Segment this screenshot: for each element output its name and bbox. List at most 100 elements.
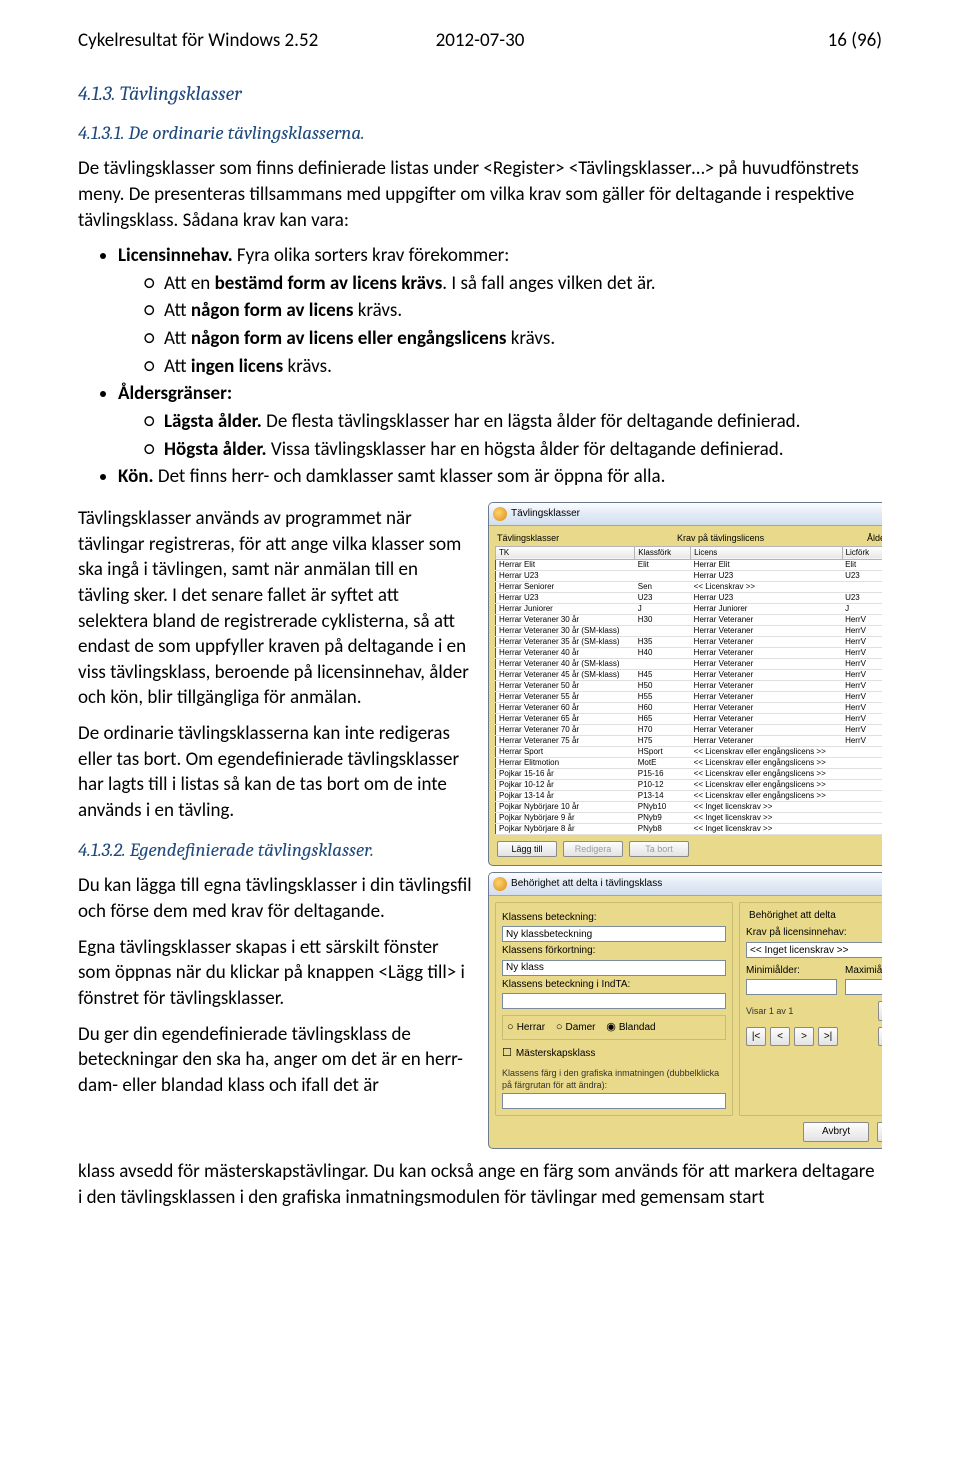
col-lic[interactable]: Licens [691,546,842,559]
req-license: Licensinnehav. Fyra olika sorters krav f… [118,243,882,379]
age-sublist: Lägsta ålder. De flesta tävlingsklasser … [118,409,882,462]
table-row[interactable]: Herrar Veteraner 40 årH40Herrar Veterane… [496,647,882,658]
custom-create: Egna tävlingsklasser skapas i ett särski… [78,935,472,1012]
class-table[interactable]: TK Klassförk Licens Licförk Lägst Högst … [495,546,882,835]
table-row[interactable]: Herrar Veteraner 45 år (SM-klass)H45Herr… [496,669,882,680]
custom-intro: Du kan lägga till egna tävlingsklasser i… [78,873,472,924]
table-row[interactable]: Herrar Veteraner 35 år (SM-klass)H35Herr… [496,636,882,647]
req-age-bold: Åldersgränser: [118,382,232,405]
window2-title: Behörighet att delta i tävlingsklass [511,877,882,891]
inp-min[interactable] [746,979,837,995]
radio-blandad[interactable]: Blandad [606,1020,655,1035]
col-tk[interactable]: TK [496,546,635,559]
ok-button[interactable]: OK [877,1122,882,1142]
lbl-max: Maximiålder: [845,964,882,978]
editing-paragraph: De ordinarie tävlingsklasserna kan inte … [78,721,472,824]
nav-prev[interactable]: < [770,1027,790,1047]
inp-fork[interactable] [502,960,726,976]
heading-4131: 4.1.3.1. De ordinarie tävlingsklasserna. [78,121,882,147]
page-header: Cykelresultat för Windows 2.52 2012-07-3… [78,28,882,54]
lic-a: Att en bestämd form av licens krävs. I s… [164,271,882,297]
radio-herrar[interactable]: Herrar [507,1020,545,1035]
color-box[interactable] [502,1093,726,1109]
req-age: Åldersgränser: Lägsta ålder. De flesta t… [118,381,882,462]
col-lf[interactable]: Licförk [842,546,882,559]
table-row[interactable]: Pojkar 10-12 årP10-12<< Licenskrav eller… [496,779,882,790]
add-button[interactable]: Lägg till [497,841,557,857]
del2-button[interactable]: Ta bort [878,1027,882,1047]
header-page: 16 (96) [614,28,882,54]
sel-krav[interactable]: << Inget licenskrav >> [746,942,882,958]
lic-c: Att någon form av licens eller engångsli… [164,326,882,352]
final-paragraph: klass avsedd för mästerskapstävlingar. D… [78,1159,882,1210]
left-panel: Klassens beteckning: Klassens förkortnin… [495,902,733,1116]
col-kf[interactable]: Klassförk [635,546,691,559]
table-row[interactable]: Pojkar Nybörjare 8 årPNyb8<< Inget licen… [496,823,882,834]
app-icon [493,877,507,891]
chk-masterskap[interactable]: Mästerskapsklass [502,1046,595,1061]
nav-first[interactable]: |< [746,1027,766,1047]
table-row[interactable]: Herrar Veteraner 55 årH55Herrar Veterane… [496,691,882,702]
table-row[interactable]: Herrar ElitmotionMotE<< Licenskrav eller… [496,757,882,768]
section-labels: Tävlingsklasser Krav på tävlingslicens Å… [495,532,882,546]
table-row[interactable]: Herrar Veteraner 70 årH70Herrar Veterane… [496,724,882,735]
header-left: Cykelresultat för Windows 2.52 [78,28,346,54]
delete-button: Ta bort [629,841,689,857]
lic-d: Att ingen licens krävs. [164,354,882,380]
lbl-fork: Klassens förkortning: [502,944,726,958]
pager-label: Visar 1 av 1 [746,1005,793,1017]
behorighet-window: Behörighet att delta i tävlingsklass ✕ K… [488,872,882,1149]
table-row[interactable]: Herrar Veteraner 50 årH50Herrar Veterane… [496,680,882,691]
button-row: Lägg till Redigera Ta bort Stäng [495,835,882,859]
table-row[interactable]: Herrar Veteraner 30 årH30Herrar Veterane… [496,614,882,625]
table-row[interactable]: Herrar Veteraner 75 årH75Herrar Veterane… [496,735,882,746]
table-row[interactable]: Herrar Veteraner 40 år (SM-klass)Herrar … [496,658,882,669]
nav-next[interactable]: > [794,1027,814,1047]
inp-max[interactable] [845,979,882,995]
header-date: 2012-07-30 [346,28,614,54]
requirement-list: Licensinnehav. Fyra olika sorters krav f… [78,243,882,490]
age-max: Högsta ålder. Vissa tävlingsklasser har … [164,437,882,463]
titlebar-2[interactable]: Behörighet att delta i tävlingsklass ✕ [489,873,882,896]
lbl-min: Minimiålder: [746,964,837,978]
radio-damer[interactable]: Damer [556,1020,596,1035]
table-row[interactable]: Pojkar 13-14 årP13-14<< Licenskrav eller… [496,790,882,801]
heading-413: 4.1.3. Tävlingsklasser [78,80,882,107]
usage-paragraph: Tävlingsklasser används av programmet nä… [78,506,472,711]
grp-title: Behörighet att delta [746,909,839,923]
window-title: Tävlingsklasser [511,508,882,520]
lbl-krav: Krav på licensinnehav: [746,926,882,940]
table-row[interactable]: Herrar Veteraner 65 årH65Herrar Veterane… [496,713,882,724]
table-row[interactable]: Pojkar 15-16 årP15-16<< Licenskrav eller… [496,768,882,779]
table-row[interactable]: Herrar SeniorerSen<< Licenskrav >>19 [496,581,882,592]
table-row[interactable]: Pojkar Nybörjare 9 årPNyb9<< Inget licen… [496,812,882,823]
add2-button[interactable]: Lägg till [878,1001,882,1021]
nav-last[interactable]: >| [818,1027,838,1047]
inp-indta[interactable] [502,993,726,1009]
req-gender: Kön. Det finns herr- och damklasser samt… [118,464,882,490]
sec-krav: Krav på tävlingslicens [677,532,867,544]
cancel-button[interactable]: Avbryt [803,1122,869,1142]
lbl-beteckning: Klassens beteckning: [502,911,726,925]
lic-b: Att någon form av licens krävs. [164,298,882,324]
heading-4132: 4.1.3.2. Egendefinierade tävlingsklasser… [78,838,472,864]
custom-labels: Du ger din egendefinierade tävlingsklass… [78,1022,472,1099]
table-row[interactable]: Herrar SportHSport<< Licenskrav eller en… [496,746,882,757]
sec-alder: Ålder [867,532,882,544]
table-row[interactable]: Herrar Veteraner 30 år (SM-klass)Herrar … [496,625,882,636]
sec-tavlingsklasser: Tävlingsklasser [497,532,677,544]
titlebar[interactable]: Tävlingsklasser ✕ [489,503,882,526]
table-row[interactable]: Herrar ElitElitHerrar ElitElit2349 [496,559,882,570]
age-min: Lägsta ålder. De flesta tävlingsklasser … [164,409,882,435]
table-row[interactable]: Pojkar Nybörjare 10 årPNyb10<< Inget lic… [496,801,882,812]
req-license-bold: Licensinnehav. [118,244,233,267]
table-row[interactable]: Herrar Veteraner 60 årH60Herrar Veterane… [496,702,882,713]
table-row[interactable]: Herrar U23U23Herrar U23U231922 [496,592,882,603]
table-row[interactable]: Herrar JuniorerJHerrar JuniorerJ1718 [496,603,882,614]
app-icon [493,507,507,521]
lbl-indta: Klassens beteckning i IndTA: [502,978,726,992]
edit-button: Redigera [563,841,623,857]
table-row[interactable]: Herrar U23Herrar U23U231922 [496,570,882,581]
inp-beteckning[interactable] [502,926,726,942]
right-panel: Behörighet att delta Krav på licensinneh… [739,902,882,1116]
